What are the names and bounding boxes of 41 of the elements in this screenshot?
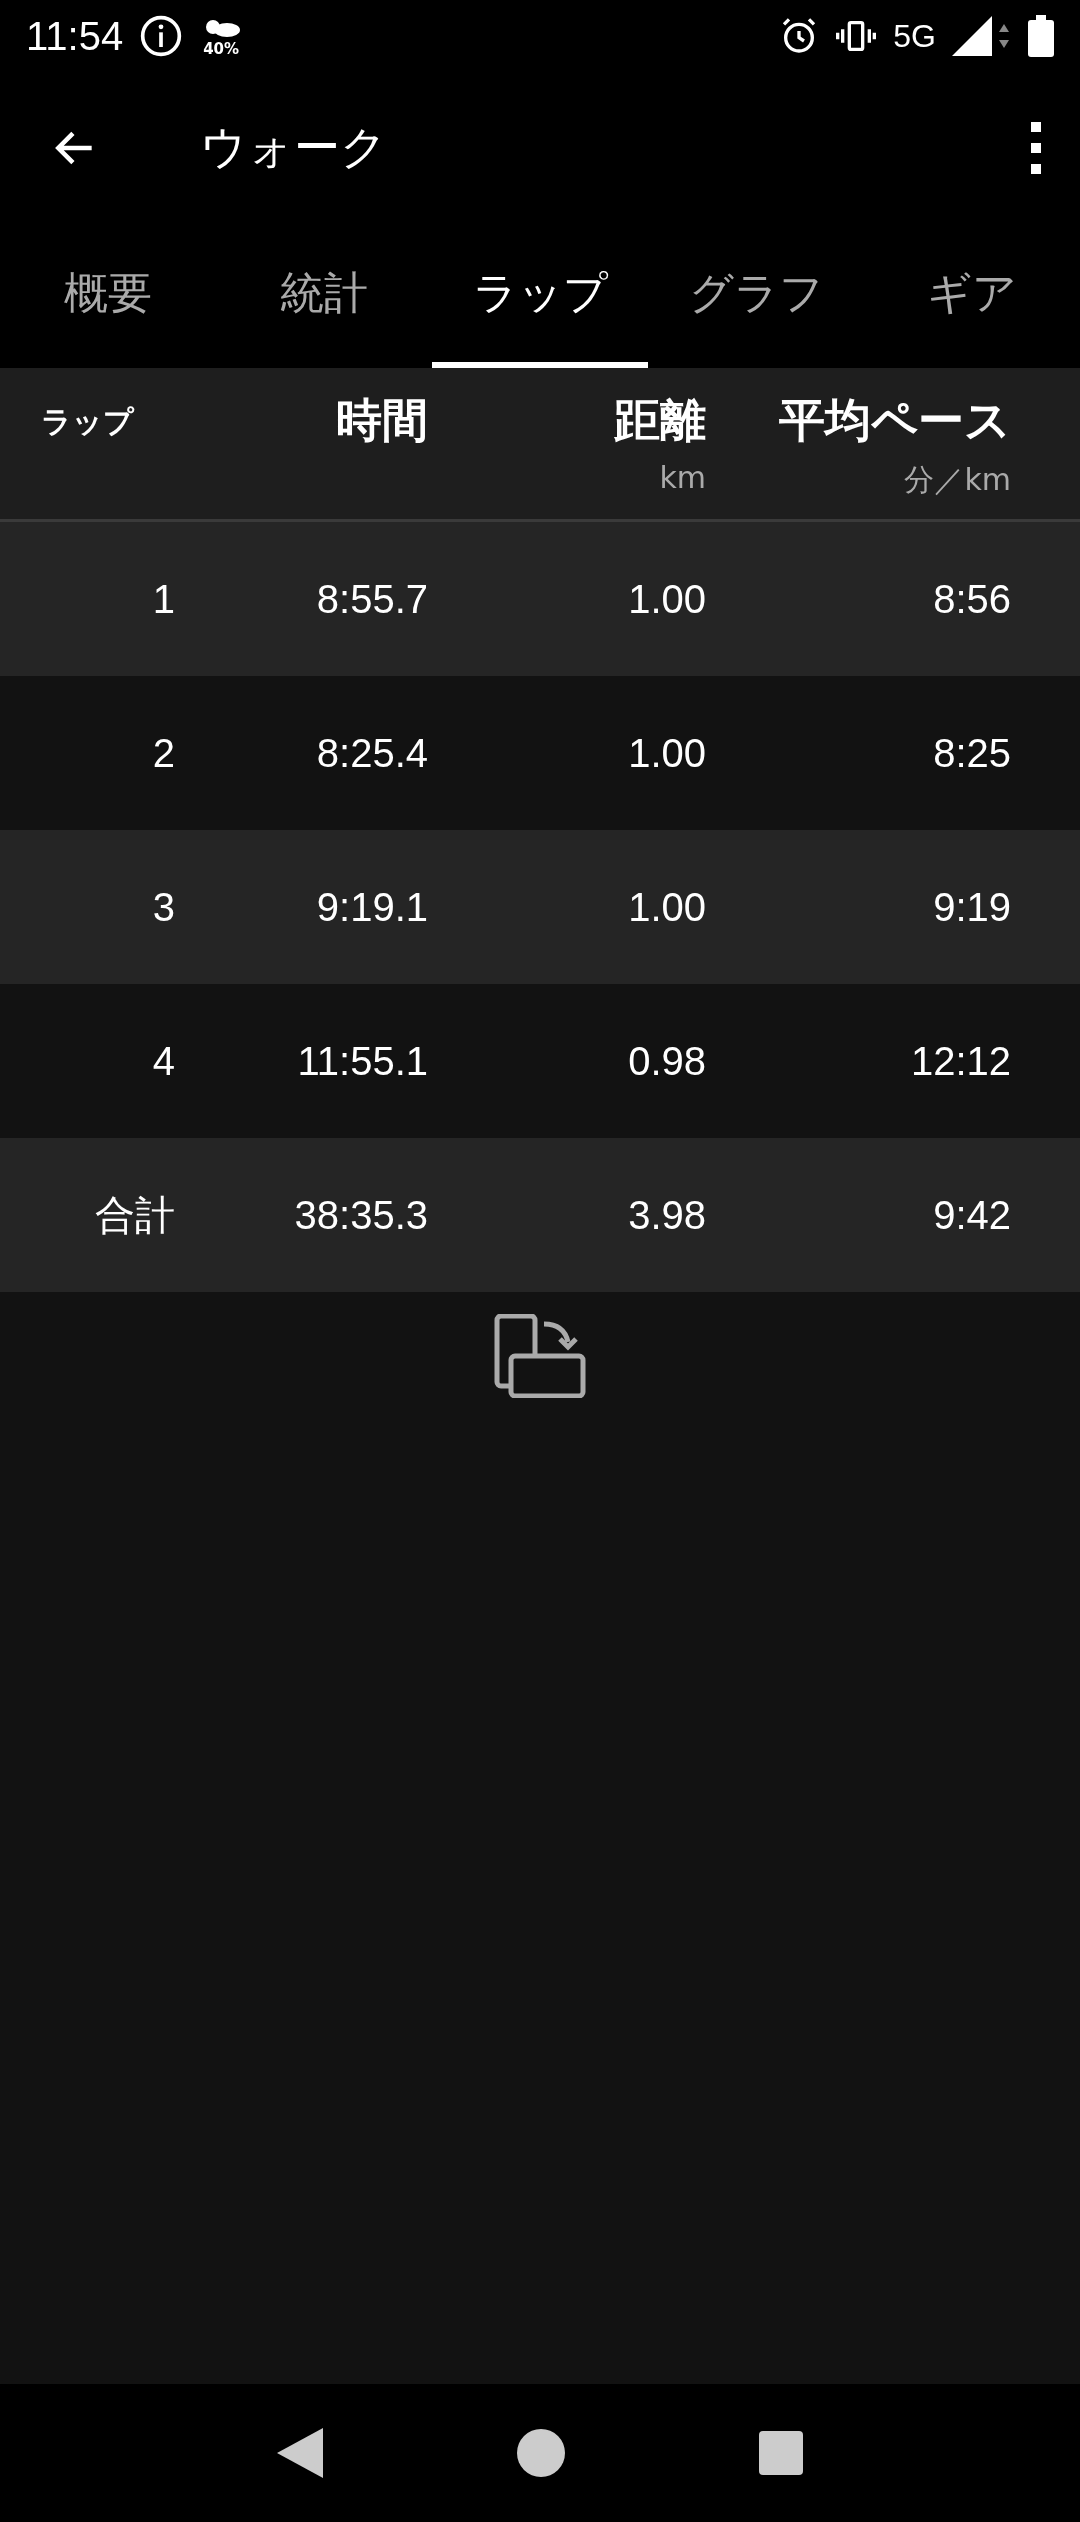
tab[interactable]: グラフ (648, 224, 864, 368)
table-cell-text: 8:56 (932, 576, 1011, 622)
info-icon (139, 14, 184, 58)
battery-icon (1028, 15, 1054, 57)
table-cell-text: 合計 (94, 1191, 175, 1239)
table-cell-text: 8:25.4 (315, 730, 428, 776)
table-cell-text: 8:55.7 (315, 576, 428, 622)
tab[interactable]: 概要 (0, 224, 216, 368)
nav-home-button[interactable] (517, 2429, 565, 2477)
tab[interactable]: 統計 (216, 224, 432, 368)
table-cell-text: 1 (151, 576, 175, 622)
tab[interactable]: ギア (864, 224, 1080, 368)
table-cell-text: 4 (151, 1038, 175, 1084)
table-cell-text: 38:35.3 (293, 1192, 428, 1238)
table-cell-text: 12:12 (909, 1038, 1011, 1084)
column-unit: km (659, 460, 706, 495)
table-cell-text: 3 (151, 884, 175, 930)
table-cell-text: 2 (151, 730, 175, 776)
network-type: 5G (893, 17, 936, 55)
column-header: 時間 (336, 392, 428, 449)
table-cell-text: 0.98 (627, 1038, 706, 1084)
table-cell-text: 9:19 (932, 884, 1011, 930)
table-cell-text: 11:55.1 (296, 1038, 428, 1084)
rotate-screen-icon (494, 1314, 586, 1398)
table-cell-text: 8:25 (932, 730, 1011, 776)
nav-back-button[interactable] (277, 2428, 323, 2478)
column-header: 距離 (614, 392, 706, 449)
status-time: 11:54 (26, 13, 124, 59)
table-cell-text: 1.00 (627, 884, 706, 930)
column-header: ラップ (41, 403, 134, 441)
table-cell-text: 1.00 (627, 730, 706, 776)
table-cell-text: 9:42 (932, 1192, 1011, 1238)
table-cell-text: 9:19.1 (315, 884, 428, 930)
column-unit: 分／km (904, 461, 1011, 499)
column-header: 平均ペース (779, 392, 1011, 449)
signal-icon (952, 16, 1012, 56)
screen-title: ウォーク (200, 119, 388, 176)
table-cell-text: 3.98 (627, 1192, 706, 1238)
more-menu-button[interactable] (1028, 122, 1044, 174)
table-cell-text: 1.00 (627, 576, 706, 622)
weather-percent: 40% (203, 40, 240, 58)
